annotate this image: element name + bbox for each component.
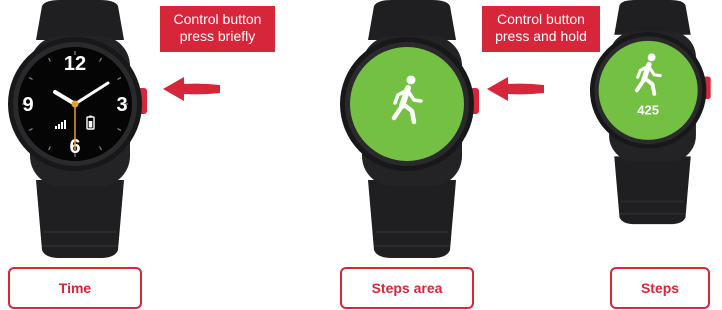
label-steps-area: Steps area (340, 267, 474, 309)
watch-time: 12 3 6 9 (8, 0, 147, 258)
callout-press-and-hold-line2: press and hold (495, 28, 587, 44)
watch-steps-area (340, 0, 479, 258)
dial-number-3: 3 (116, 94, 127, 116)
dial-number-9: 9 (22, 94, 33, 116)
label-steps: Steps (610, 267, 710, 309)
watch-screen-steps-area (350, 47, 464, 161)
callout-press-and-hold-line1: Control button (497, 11, 585, 27)
label-time-text: Time (58, 280, 92, 296)
arrow-left-icon (163, 77, 220, 101)
watch-steps: 425 (589, 0, 711, 225)
label-steps-area-text: Steps area (371, 280, 443, 296)
callout-press-briefly: Control button press briefly (160, 6, 275, 52)
label-time: Time (8, 267, 142, 309)
callout-press-briefly-line2: press briefly (179, 28, 256, 44)
dial-number-12: 12 (64, 53, 86, 75)
callout-press-briefly-line1: Control button (173, 11, 262, 27)
arrow-left-icon (487, 77, 544, 101)
label-steps-text: Steps (640, 280, 680, 296)
step-count: 425 (637, 103, 659, 118)
